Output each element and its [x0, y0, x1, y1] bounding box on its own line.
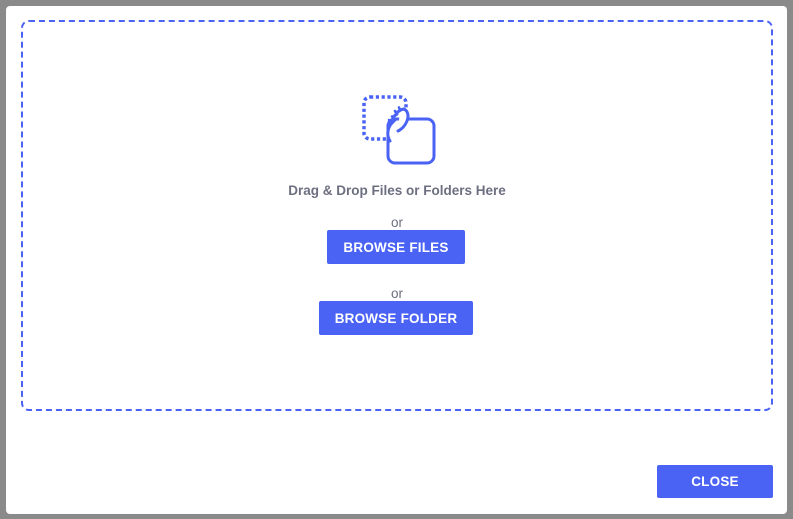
browse-folder-button[interactable]: BROWSE FOLDER — [319, 301, 473, 335]
or-separator: or — [390, 215, 403, 230]
close-button[interactable]: CLOSE — [657, 465, 773, 498]
or-separator: or — [390, 286, 403, 301]
drop-zone[interactable]: Drag & Drop Files or Folders Here or BRO… — [21, 20, 773, 411]
upload-dialog: Drag & Drop Files or Folders Here or BRO… — [6, 6, 787, 514]
drop-instruction: Drag & Drop Files or Folders Here — [288, 183, 506, 198]
browse-files-button[interactable]: BROWSE FILES — [327, 230, 465, 264]
drag-drop-hand-icon — [362, 95, 436, 165]
